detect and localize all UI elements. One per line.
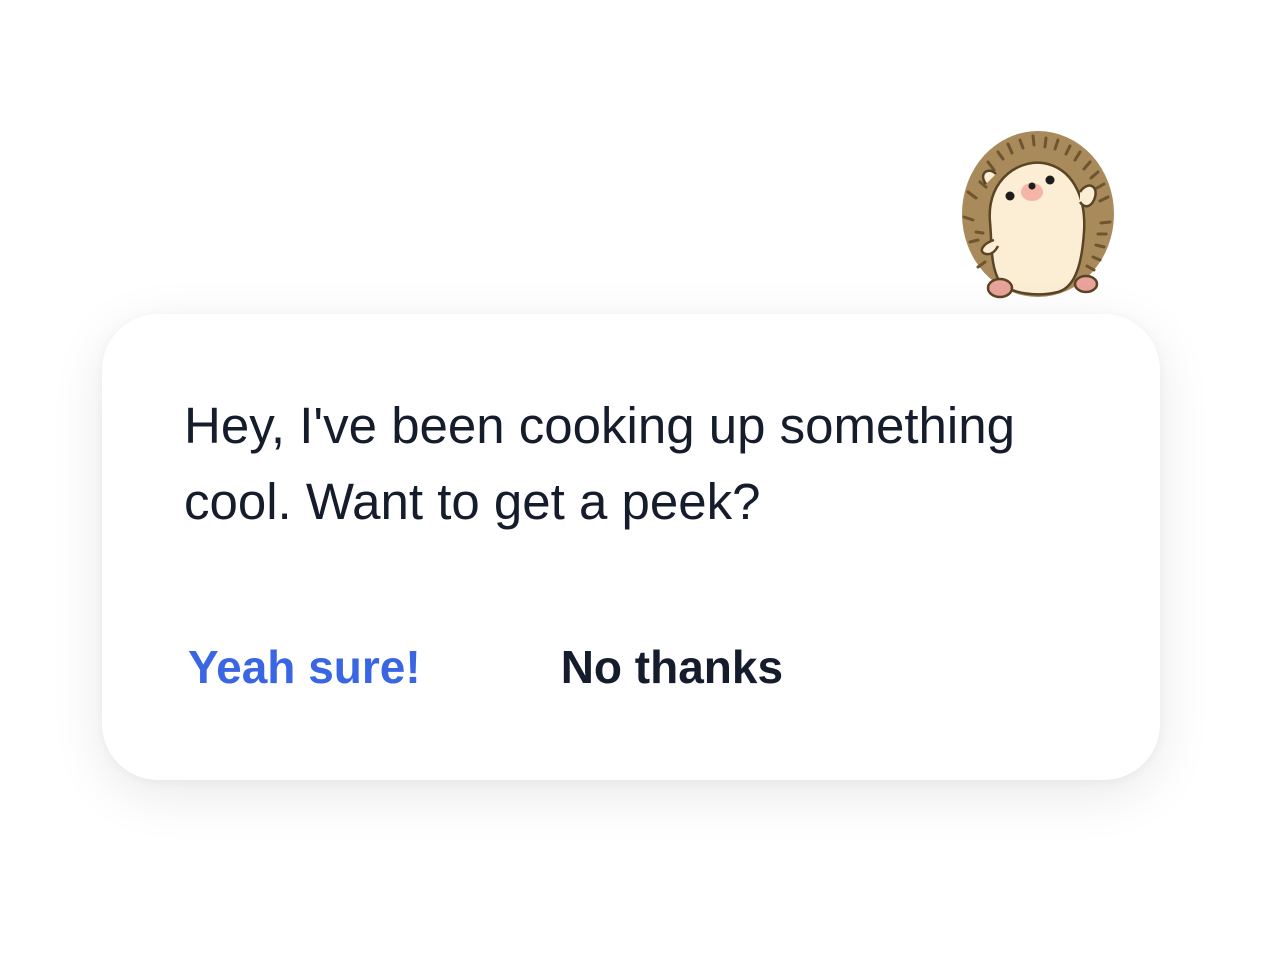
hedgehog-icon (948, 122, 1128, 307)
dialog-actions: Yeah sure! No thanks (188, 632, 783, 702)
prompt-dialog: Hey, I've been cooking up something cool… (102, 314, 1160, 780)
page: Hey, I've been cooking up something cool… (0, 0, 1280, 960)
dialog-message: Hey, I've been cooking up something cool… (184, 397, 1015, 530)
accept-button[interactable]: Yeah sure! (188, 632, 421, 702)
decline-button[interactable]: No thanks (561, 632, 783, 702)
